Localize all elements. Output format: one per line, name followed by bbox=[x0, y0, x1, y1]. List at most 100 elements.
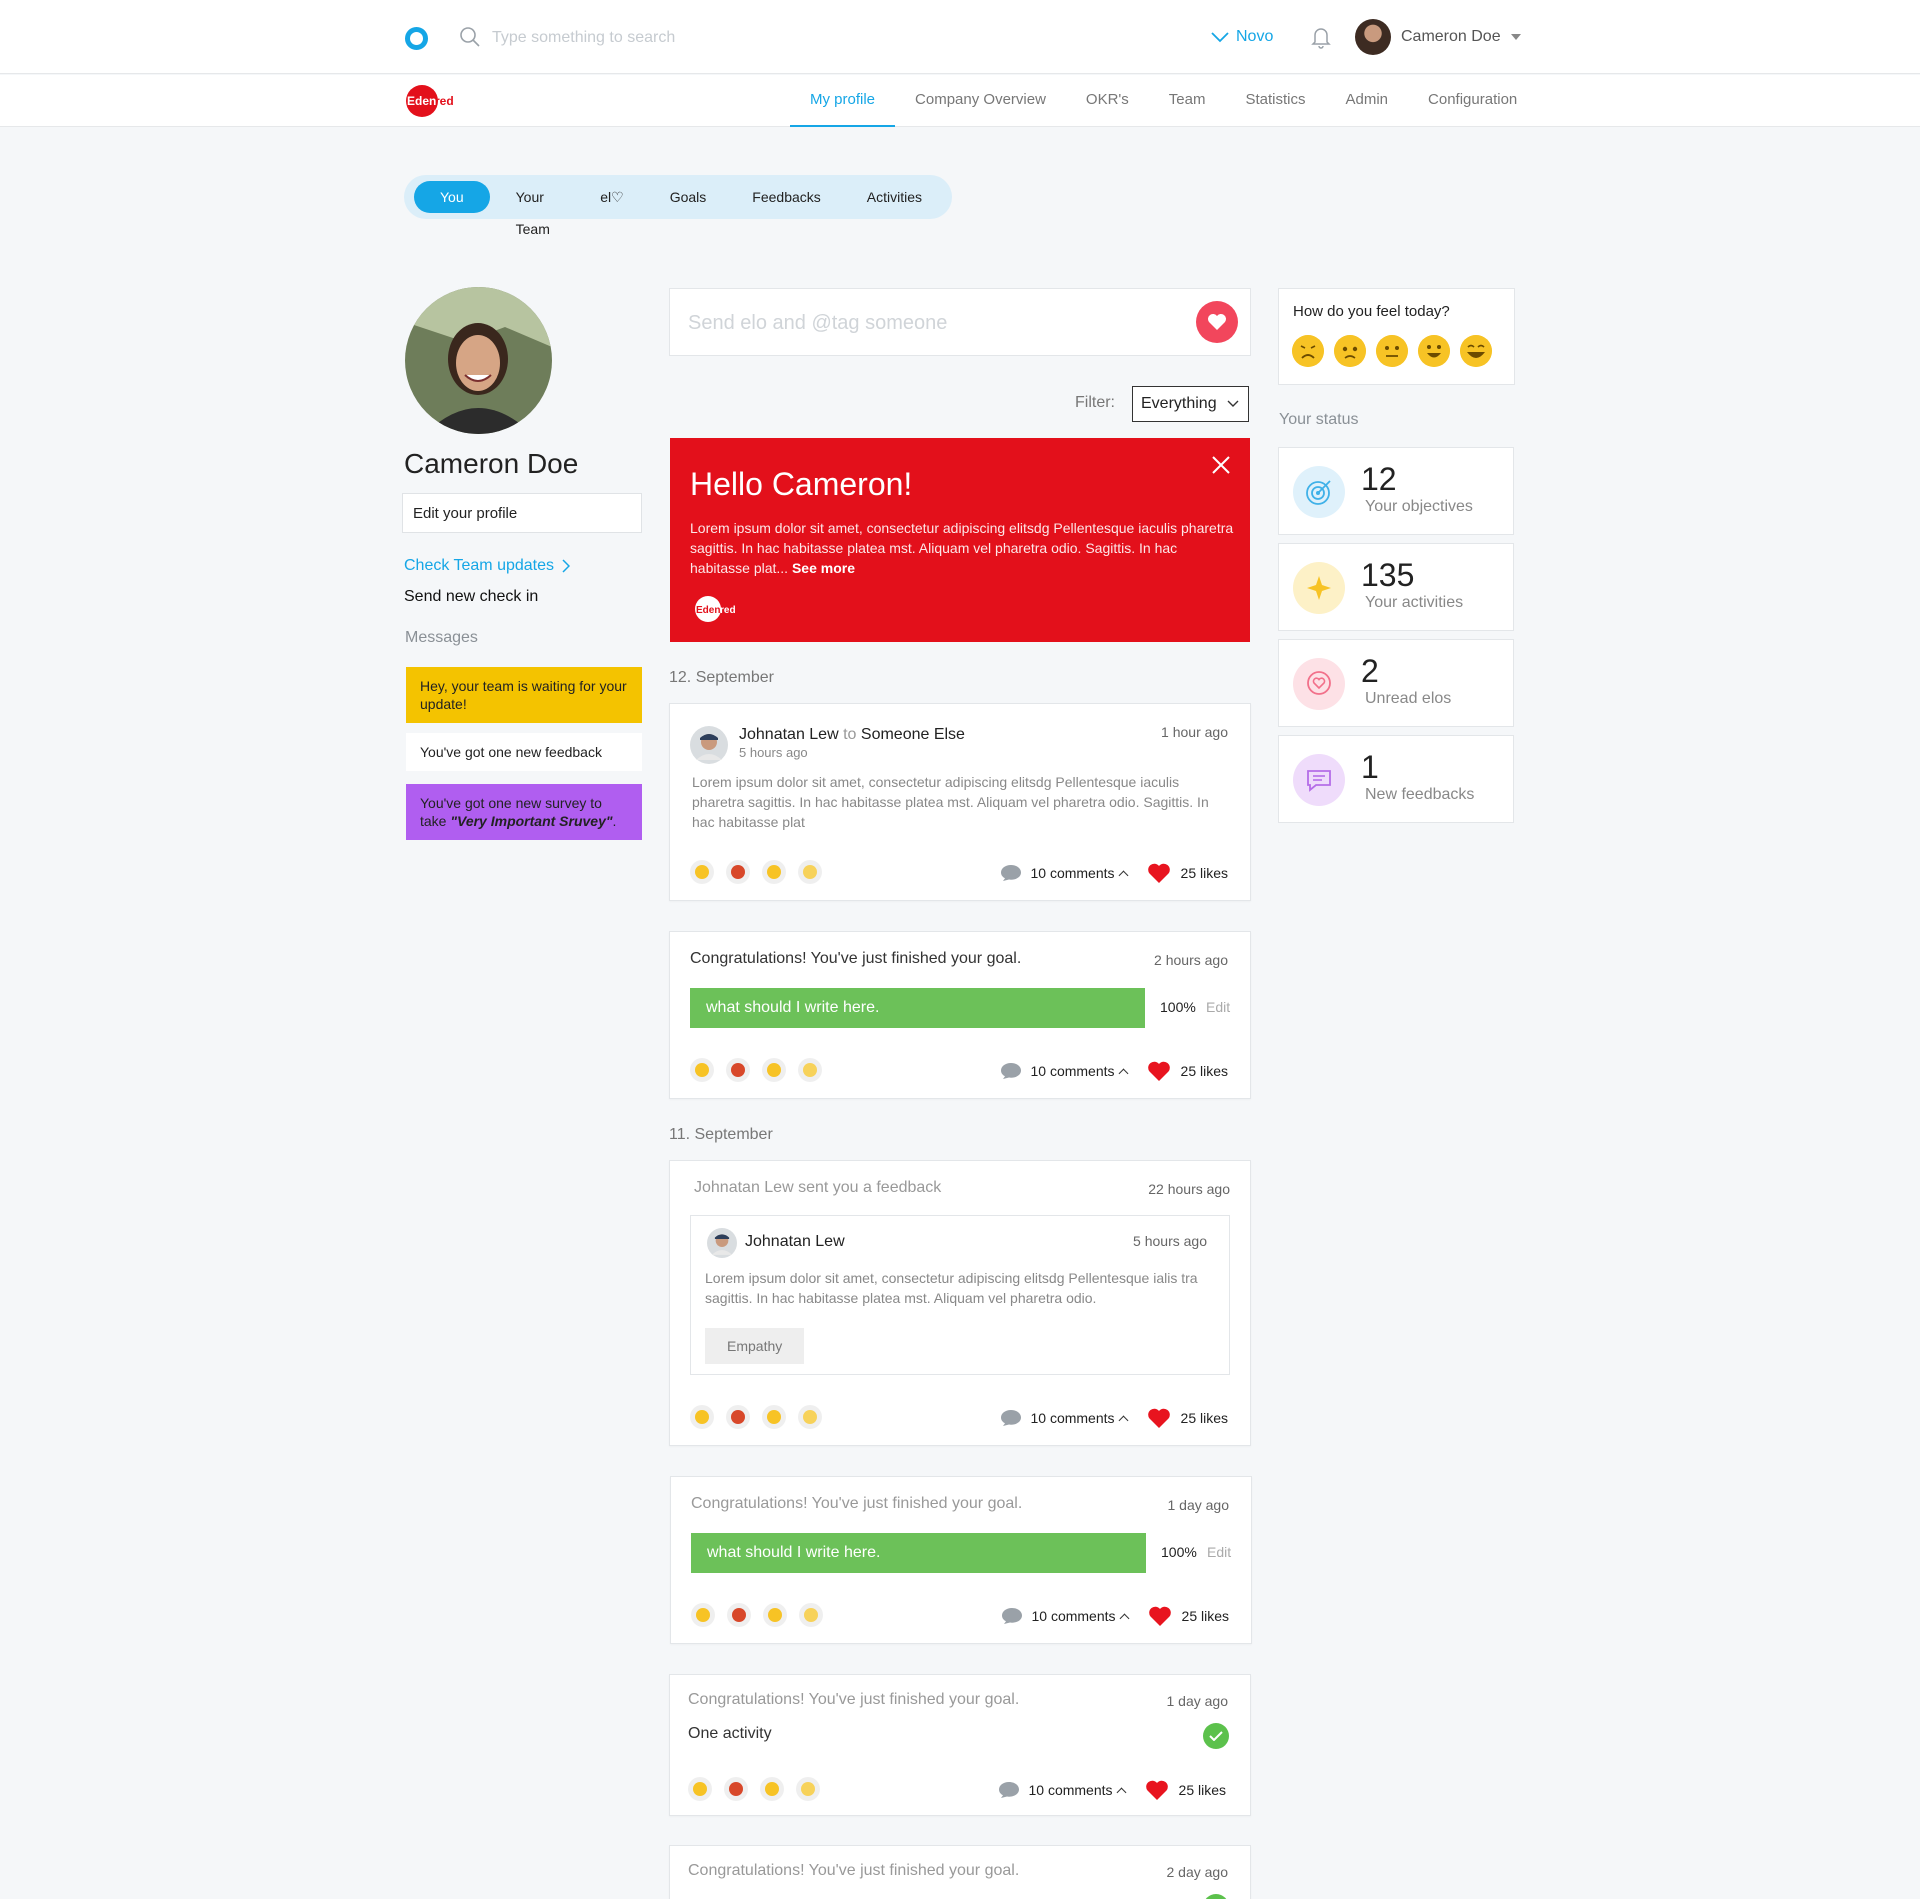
angry-emoji-icon[interactable] bbox=[727, 1603, 751, 1627]
kiss-emoji-icon[interactable] bbox=[762, 860, 786, 884]
likes-count[interactable]: 25 likes bbox=[1181, 1063, 1228, 1079]
comments-count[interactable]: 10 comments bbox=[1030, 1410, 1114, 1426]
filter-select[interactable]: Everything bbox=[1132, 386, 1249, 422]
mood-card: How do you feel today? bbox=[1278, 288, 1515, 385]
comment-icon[interactable] bbox=[1000, 1062, 1022, 1080]
comment-icon[interactable] bbox=[1000, 864, 1022, 882]
tab-elo[interactable]: el♡ bbox=[580, 181, 643, 213]
smile-face-icon[interactable] bbox=[1418, 335, 1450, 367]
profile-name: Cameron Doe bbox=[404, 448, 579, 479]
comments-count[interactable]: 10 comments bbox=[1031, 1608, 1115, 1624]
kiss-emoji-icon[interactable] bbox=[762, 1405, 786, 1429]
stat-objectives[interactable]: 12 Your objectives bbox=[1278, 447, 1514, 535]
chevron-up-icon[interactable] bbox=[1119, 1613, 1129, 1623]
laugh-face-icon[interactable] bbox=[1460, 335, 1492, 367]
edenred-logo: Eden red bbox=[695, 596, 736, 622]
nav-statistics[interactable]: Statistics bbox=[1225, 75, 1325, 127]
worried-face-icon[interactable] bbox=[1334, 335, 1366, 367]
post-author[interactable]: Johnatan Lew bbox=[739, 726, 839, 743]
message-new-feedback[interactable]: You've got one new feedback bbox=[406, 733, 642, 771]
comment-icon[interactable] bbox=[998, 1781, 1020, 1799]
nav-company-overview[interactable]: Company Overview bbox=[895, 75, 1066, 127]
chevron-up-icon[interactable] bbox=[1116, 1787, 1126, 1797]
close-icon[interactable] bbox=[1210, 454, 1232, 476]
chevron-up-icon[interactable] bbox=[1118, 870, 1128, 880]
reaction-bar bbox=[691, 1603, 823, 1627]
feedback-tag[interactable]: Empathy bbox=[705, 1328, 805, 1364]
angry-emoji-icon[interactable] bbox=[724, 1777, 748, 1801]
edit-profile-button[interactable]: Edit your profile bbox=[402, 493, 642, 533]
stat-activities[interactable]: 135 Your activities bbox=[1278, 543, 1514, 631]
likes-count[interactable]: 25 likes bbox=[1179, 1782, 1226, 1798]
nav-okrs[interactable]: OKR's bbox=[1066, 75, 1149, 127]
feedback-author[interactable]: Johnatan Lew bbox=[745, 1233, 845, 1251]
like-heart-icon[interactable] bbox=[1147, 1060, 1171, 1082]
relieved-emoji-icon[interactable] bbox=[798, 1405, 822, 1429]
kiss-emoji-icon[interactable] bbox=[762, 1058, 786, 1082]
message-team-waiting[interactable]: Hey, your team is waiting for your updat… bbox=[406, 667, 642, 723]
likes-count[interactable]: 25 likes bbox=[1181, 1410, 1228, 1426]
workspace-label: Novo bbox=[1236, 28, 1274, 45]
likes-count[interactable]: 25 likes bbox=[1181, 865, 1228, 881]
send-elo-button[interactable] bbox=[1196, 301, 1238, 343]
like-heart-icon[interactable] bbox=[1148, 1605, 1172, 1627]
edenred-logo[interactable]: Eden red bbox=[405, 84, 457, 118]
tab-feedbacks[interactable]: Feedbacks bbox=[732, 181, 840, 213]
likes-count[interactable]: 25 likes bbox=[1182, 1608, 1229, 1624]
goal-edit-link[interactable]: Edit bbox=[1207, 1544, 1231, 1560]
comments-count[interactable]: 10 comments bbox=[1030, 1063, 1114, 1079]
user-menu[interactable]: Cameron Doe bbox=[1355, 18, 1521, 56]
laugh-emoji-icon[interactable] bbox=[690, 860, 714, 884]
nav-team[interactable]: Team bbox=[1149, 75, 1226, 127]
chevron-up-icon[interactable] bbox=[1118, 1415, 1128, 1425]
bell-icon[interactable] bbox=[1309, 24, 1333, 50]
laugh-emoji-icon[interactable] bbox=[688, 1777, 712, 1801]
chevron-up-icon[interactable] bbox=[1118, 1068, 1128, 1078]
tab-goals[interactable]: Goals bbox=[650, 181, 727, 213]
sad-face-icon[interactable] bbox=[1292, 335, 1324, 367]
like-heart-icon[interactable] bbox=[1147, 1407, 1171, 1429]
relieved-emoji-icon[interactable] bbox=[799, 1603, 823, 1627]
nav-configuration[interactable]: Configuration bbox=[1408, 75, 1537, 127]
tab-your-team[interactable]: Your Team bbox=[496, 181, 575, 237]
nav-my-profile[interactable]: My profile bbox=[790, 75, 896, 127]
elo-composer bbox=[669, 288, 1251, 356]
workspace-switcher[interactable]: Novo bbox=[1210, 24, 1273, 50]
tab-you[interactable]: You bbox=[414, 181, 490, 213]
elo-input[interactable] bbox=[688, 309, 1168, 337]
comments-count[interactable]: 10 comments bbox=[1030, 865, 1114, 881]
chevron-down-icon bbox=[1227, 400, 1239, 407]
like-heart-icon[interactable] bbox=[1145, 1779, 1169, 1801]
check-team-updates-link[interactable]: Check Team updates bbox=[404, 557, 571, 575]
nav-admin[interactable]: Admin bbox=[1326, 75, 1409, 127]
angry-emoji-icon[interactable] bbox=[726, 860, 750, 884]
laugh-emoji-icon[interactable] bbox=[690, 1405, 714, 1429]
angry-emoji-icon[interactable] bbox=[726, 1058, 750, 1082]
goal-time: 2 day ago bbox=[1166, 1864, 1229, 1880]
relieved-emoji-icon[interactable] bbox=[798, 1058, 822, 1082]
angry-emoji-icon[interactable] bbox=[726, 1405, 750, 1429]
stat-number: 135 bbox=[1361, 557, 1415, 593]
comment-icon[interactable] bbox=[1000, 1409, 1022, 1427]
kiss-emoji-icon[interactable] bbox=[760, 1777, 784, 1801]
laugh-emoji-icon[interactable] bbox=[690, 1058, 714, 1082]
app-logo-icon[interactable] bbox=[405, 27, 428, 50]
stat-feedbacks[interactable]: 1 New feedbacks bbox=[1278, 735, 1514, 823]
like-heart-icon[interactable] bbox=[1147, 862, 1171, 884]
relieved-emoji-icon[interactable] bbox=[796, 1777, 820, 1801]
relieved-emoji-icon[interactable] bbox=[798, 860, 822, 884]
goal-edit-link[interactable]: Edit bbox=[1206, 999, 1230, 1015]
send-checkin-link[interactable]: Send new check in bbox=[404, 588, 538, 606]
laugh-emoji-icon[interactable] bbox=[691, 1603, 715, 1627]
search-input[interactable] bbox=[492, 26, 892, 50]
kiss-emoji-icon[interactable] bbox=[763, 1603, 787, 1627]
neutral-face-icon[interactable] bbox=[1376, 335, 1408, 367]
comments-count[interactable]: 10 comments bbox=[1028, 1782, 1112, 1798]
stat-elos[interactable]: 2 Unread elos bbox=[1278, 639, 1514, 727]
comment-icon[interactable] bbox=[1001, 1607, 1023, 1625]
profile-photo bbox=[405, 287, 552, 434]
message-new-survey[interactable]: You've got one new survey to take "Very … bbox=[406, 784, 642, 840]
tab-activities[interactable]: Activities bbox=[847, 181, 942, 213]
see-more-link[interactable]: See more bbox=[792, 560, 855, 576]
post-recipient[interactable]: Someone Else bbox=[861, 726, 965, 743]
